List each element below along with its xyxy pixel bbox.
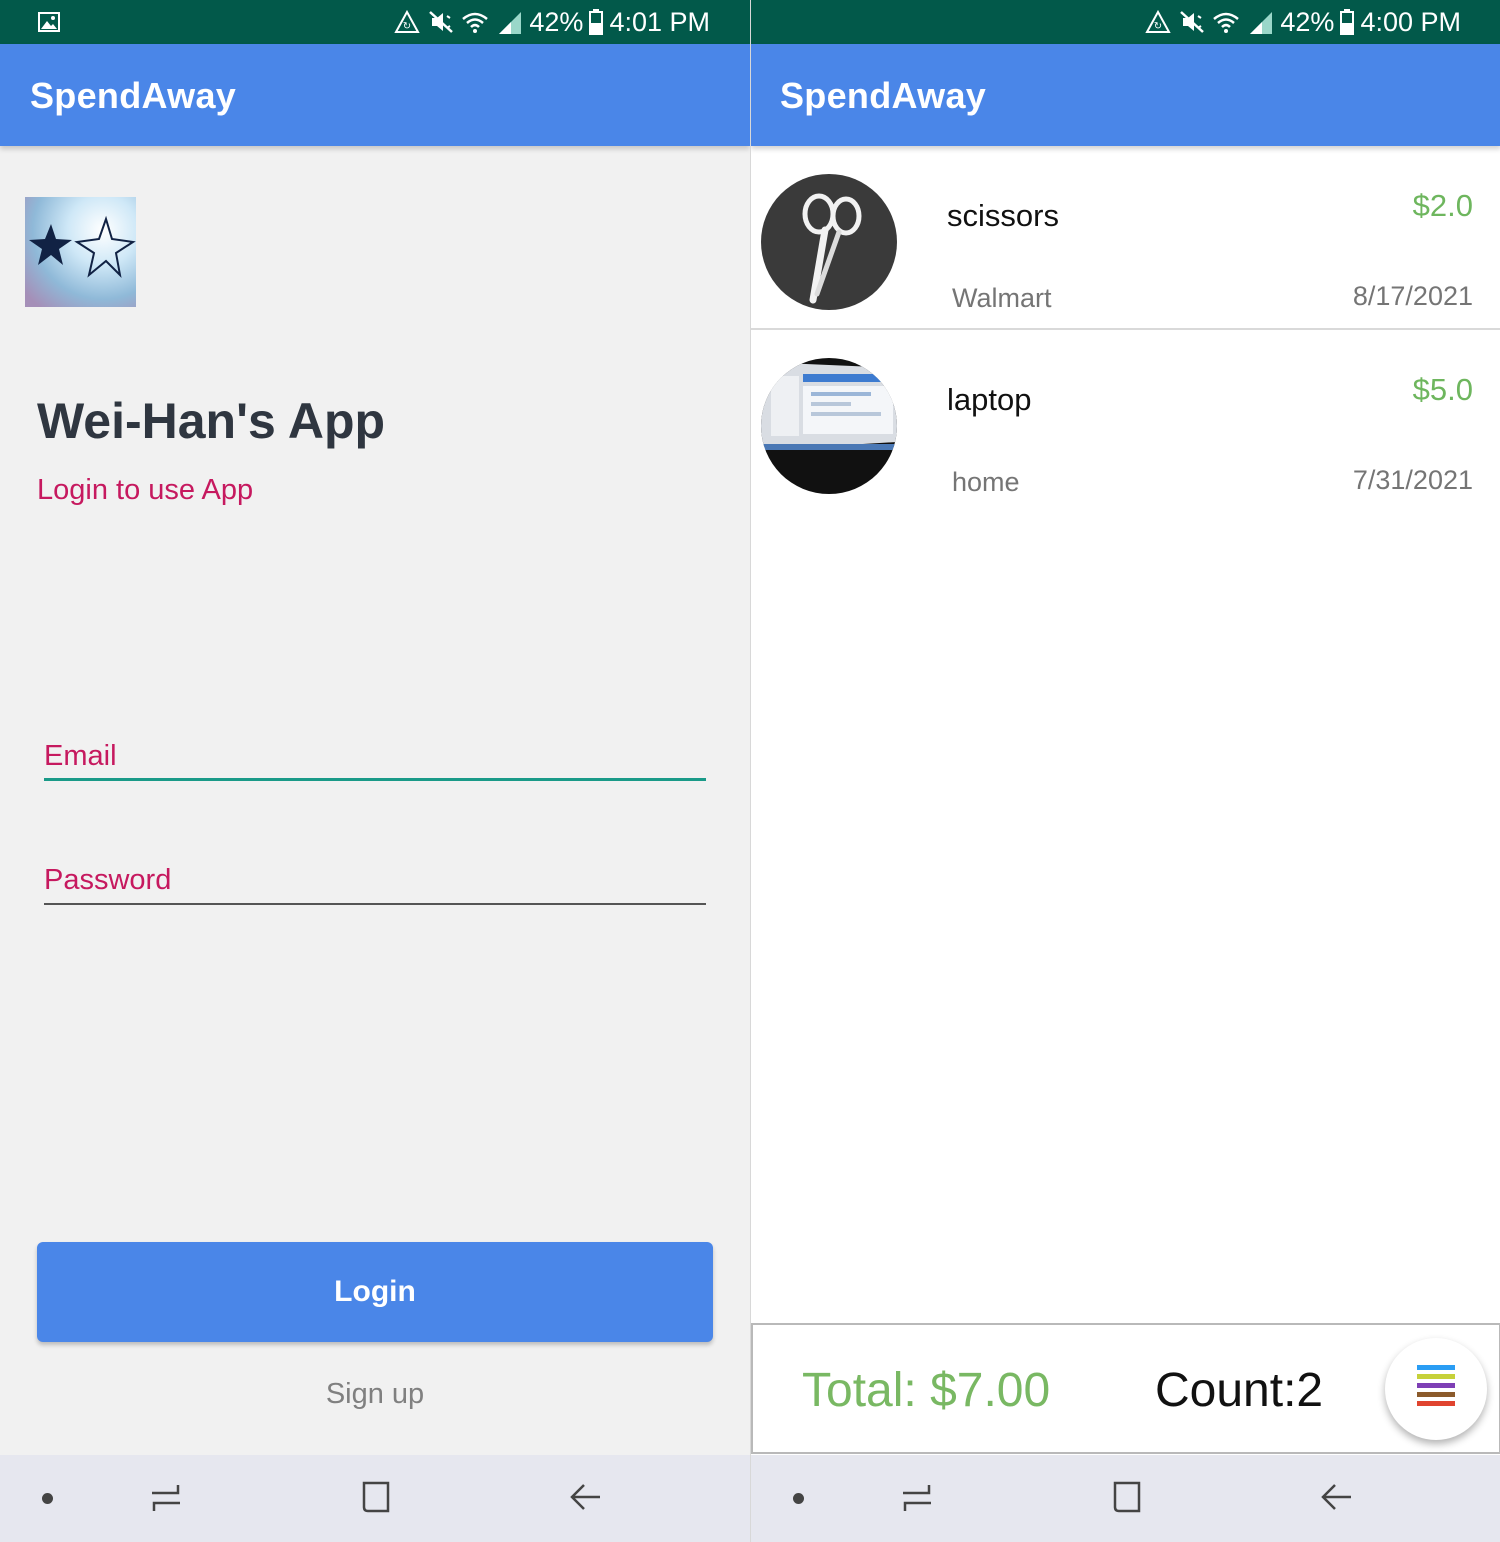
menu-fab-button[interactable] [1385,1338,1487,1440]
data-saver-icon: ↻ [1145,9,1172,33]
password-input[interactable] [44,860,706,900]
system-nav-bar [0,1455,750,1542]
app-title: SpendAway [780,75,987,116]
mute-icon [1180,11,1205,33]
password-field [44,860,706,905]
item-date: 7/31/2021 [1352,465,1473,495]
status-bar: ↻ 42% 4:01 PM [0,0,750,44]
clock: 4:01 PM [609,6,710,37]
wifi-icon [462,12,489,33]
expense-item[interactable]: scissors $2.0 Walmart 8/17/2021 [751,148,1500,330]
stars-logo [25,197,136,307]
nav-dot-icon [42,1493,53,1504]
signal-icon [499,12,522,34]
wifi-icon [1213,12,1240,33]
recent-apps-icon[interactable] [148,1481,184,1515]
mute-icon [429,11,454,33]
item-store: Walmart [952,283,1052,313]
email-underline [44,778,706,781]
welcome-title: Wei-Han's App [37,393,386,449]
email-field [44,736,706,781]
item-store: home [952,467,1020,497]
summary-footer: Total: $7.00 Count:2 [751,1323,1500,1454]
recent-apps-icon[interactable] [899,1481,935,1515]
item-count: Count:2 [1155,1364,1324,1417]
app-bar: SpendAway [0,44,750,146]
item-price: $5.0 [1412,372,1473,407]
svg-text:↻: ↻ [403,21,411,32]
scissors-photo [761,174,897,310]
signal-icon [1250,12,1273,34]
svg-text:↻: ↻ [1154,21,1162,32]
item-name: scissors [947,198,1059,233]
stacked-lines-icon [1417,1365,1455,1410]
password-underline [44,903,706,905]
email-input[interactable] [44,736,706,776]
app-title: SpendAway [30,75,237,116]
clock: 4:00 PM [1360,6,1461,37]
battery-icon [589,9,604,35]
back-icon[interactable] [568,1481,602,1513]
battery-percent: 42% [1280,6,1335,37]
item-date: 8/17/2021 [1352,281,1473,311]
expense-item[interactable]: laptop $5.0 home 7/31/2021 [751,332,1500,514]
laptop-photo [761,358,897,494]
home-icon[interactable] [1112,1480,1144,1514]
total-amount: Total: $7.00 [802,1364,1051,1417]
signup-link[interactable]: Sign up [0,1378,750,1411]
status-bar: ↻ 42% 4:00 PM [751,0,1500,44]
app-bar: SpendAway [751,44,1500,146]
login-screen: ↻ 42% 4:01 PM SpendAway Wei-Han's App Lo… [0,0,750,1542]
gallery-notification-icon [38,12,60,32]
item-name: laptop [947,382,1032,417]
system-nav-bar [751,1455,1500,1542]
back-icon[interactable] [1319,1481,1353,1513]
nav-dot-icon [793,1493,804,1504]
item-price: $2.0 [1412,188,1473,223]
home-icon[interactable] [361,1480,393,1514]
battery-icon [1340,9,1355,35]
expense-list-screen: ↻ 42% 4:00 PM SpendAway scissors $2.0 Wa… [750,0,1500,1542]
login-button[interactable]: Login [37,1242,713,1342]
data-saver-icon: ↻ [394,9,421,33]
battery-percent: 42% [529,6,584,37]
login-subtitle: Login to use App [37,474,254,506]
